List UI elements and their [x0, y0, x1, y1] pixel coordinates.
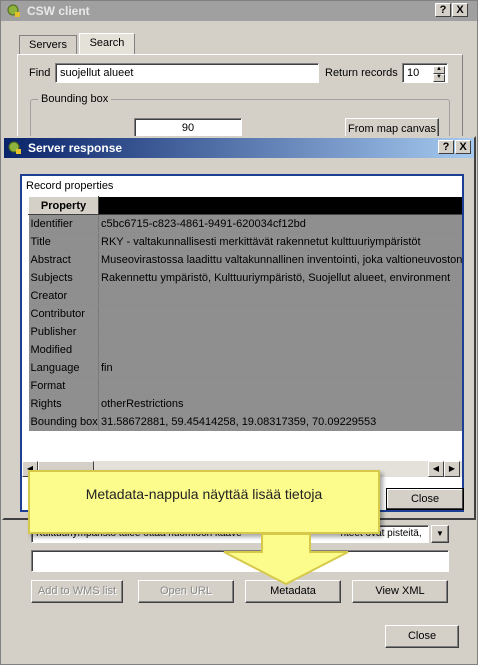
bbox-north-input[interactable]: 90 — [134, 118, 242, 138]
qgis-icon — [7, 4, 20, 17]
table-row[interactable]: Abstract Museovirastossa laadittu valtaku… — [28, 250, 462, 269]
view-xml-button[interactable]: View XML — [352, 580, 448, 603]
value-column-header[interactable] — [98, 196, 462, 215]
search-tab-pane: Find suojellut alueet Return records 10 … — [17, 54, 463, 149]
callout-text: Metadata-nappula näyttää lisää tietoja — [85, 486, 323, 502]
csw-window-title: CSW client — [27, 4, 90, 18]
property-key[interactable]: Format — [28, 376, 99, 395]
property-key[interactable]: Rights — [28, 394, 99, 413]
table-row[interactable]: Modified — [28, 340, 462, 359]
annotation-callout: Metadata-nappula näyttää lisää tietoja — [28, 470, 380, 534]
down-arrow-icon — [223, 534, 349, 586]
property-key[interactable]: Contributor — [28, 304, 99, 323]
property-value[interactable]: RKY - valtakunnallisesti merkittävät rak… — [98, 232, 462, 251]
property-value[interactable]: fin — [98, 358, 462, 377]
property-key[interactable]: Identifier — [28, 214, 99, 233]
property-key[interactable]: Modified — [28, 340, 99, 359]
help-button[interactable]: ? — [438, 140, 454, 154]
csw-close-button[interactable]: Close — [385, 625, 459, 648]
table-row[interactable]: Bounding box 31.58672881, 59.45414258, 19… — [28, 412, 462, 431]
return-records-value: 10 — [407, 67, 420, 79]
property-value[interactable]: otherRestrictions — [98, 394, 462, 413]
table-row[interactable]: Identifier c5bc6715-c823-4861-9491-620034… — [28, 214, 462, 233]
table-row[interactable]: Subjects Rakennettu ympäristö, Kulttuuriy… — [28, 268, 462, 287]
table-row[interactable]: Rights otherRestrictions — [28, 394, 462, 413]
property-key[interactable]: Bounding box — [28, 412, 99, 431]
scroll-left-icon-right[interactable]: ◀ — [428, 461, 444, 477]
tab-servers[interactable]: Servers — [19, 35, 77, 55]
table-row[interactable]: Contributor — [28, 304, 462, 323]
dropdown-arrow-icon[interactable]: ▼ — [431, 525, 449, 543]
server-response-close-button[interactable]: Close — [386, 488, 464, 510]
property-value[interactable] — [98, 322, 462, 341]
property-key[interactable]: Publisher — [28, 322, 99, 341]
property-key[interactable]: Subjects — [28, 268, 99, 287]
help-button[interactable]: ? — [435, 3, 451, 17]
close-dialog-button[interactable]: X — [455, 140, 471, 154]
close-window-button[interactable]: X — [452, 3, 468, 17]
property-value[interactable] — [98, 286, 462, 305]
qgis-icon — [8, 141, 21, 154]
property-value[interactable]: 31.58672881, 59.45414258, 19.08317359, 7… — [98, 412, 462, 431]
find-input[interactable]: suojellut alueet — [55, 63, 319, 83]
tab-search[interactable]: Search — [79, 33, 135, 55]
table-row[interactable]: Publisher — [28, 322, 462, 341]
record-properties-table: Property Identifier c5bc6715-c823-4861-94… — [28, 196, 462, 431]
server-response-titlebar: Server response ? X — [4, 138, 474, 158]
property-value[interactable]: Museovirastossa laadittu valtakunnalline… — [98, 250, 462, 269]
spin-arrows[interactable]: ▲ ▼ — [433, 66, 445, 82]
property-key[interactable]: Title — [28, 232, 99, 251]
table-row[interactable]: Language fin — [28, 358, 462, 377]
server-response-title: Server response — [28, 141, 123, 155]
property-key[interactable]: Language — [28, 358, 99, 377]
record-properties-label: Record properties — [26, 180, 114, 192]
record-properties-panel: Record properties Property Identifier c5b… — [20, 174, 464, 512]
property-key[interactable]: Abstract — [28, 250, 99, 269]
spin-down-icon[interactable]: ▼ — [433, 74, 445, 82]
property-value[interactable]: c5bc6715-c823-4861-9491-620034cf12bd — [98, 214, 462, 233]
table-row[interactable]: Format — [28, 376, 462, 395]
table-row[interactable]: Creator — [28, 286, 462, 305]
bounding-box-label: Bounding box — [38, 93, 112, 105]
return-records-label: Return records — [325, 67, 398, 79]
property-key[interactable]: Creator — [28, 286, 99, 305]
open-url-button[interactable]: Open URL — [138, 580, 234, 603]
property-value[interactable] — [98, 304, 462, 323]
csw-titlebar: CSW client ? X — [1, 1, 477, 21]
property-column-header[interactable]: Property — [28, 196, 99, 215]
return-records-spinbox[interactable]: 10 ▲ ▼ — [402, 63, 448, 83]
table-header-row: Property — [28, 196, 462, 215]
add-to-wms-list-button[interactable]: Add to WMS list — [31, 580, 123, 603]
spin-up-icon[interactable]: ▲ — [433, 66, 445, 74]
find-label: Find — [29, 67, 51, 79]
property-value[interactable]: Rakennettu ympäristö, Kulttuuriympäristö… — [98, 268, 462, 287]
scroll-right-icon[interactable]: ▶ — [444, 461, 460, 477]
server-response-dialog: Server response ? X Record properties Pr… — [2, 136, 476, 520]
property-value[interactable] — [98, 340, 462, 359]
table-row[interactable]: Title RKY - valtakunnallisesti merkittävä… — [28, 232, 462, 251]
property-value[interactable] — [98, 376, 462, 395]
